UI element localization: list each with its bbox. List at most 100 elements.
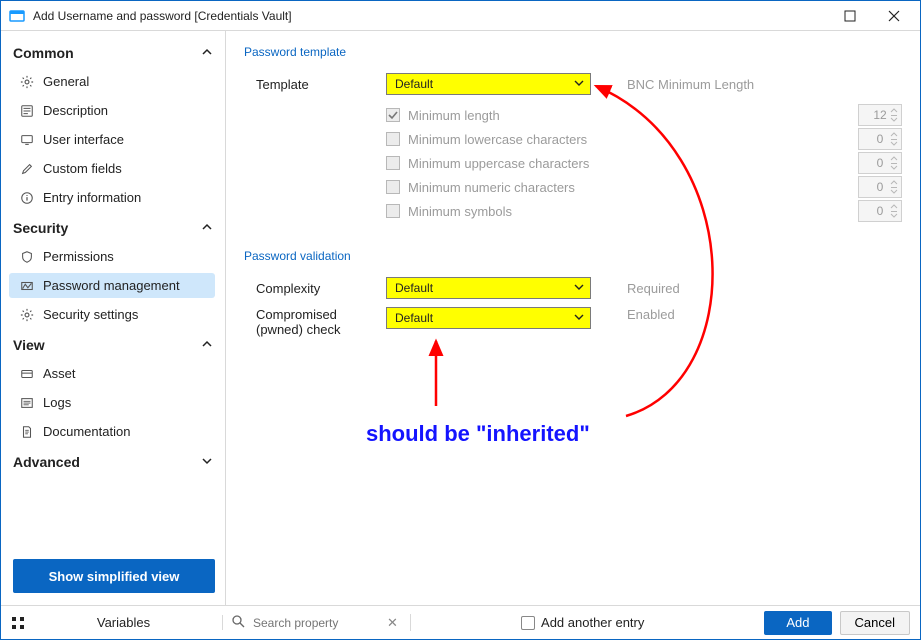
description-icon	[19, 104, 35, 118]
titlebar: Add Username and password [Credentials V…	[1, 1, 920, 31]
dialog-body: Common General Description User interfac…	[1, 31, 920, 605]
stepper-min-symbols[interactable]: 0	[858, 200, 902, 222]
maximize-button[interactable]	[828, 2, 872, 30]
sidebar-item-label: Permissions	[43, 249, 114, 264]
sidebar-item-asset[interactable]: Asset	[9, 361, 215, 386]
check-label: Minimum length	[408, 108, 838, 123]
sidebar-item-label: Security settings	[43, 307, 138, 322]
chevron-down-icon	[574, 77, 584, 91]
sidebar-item-user-interface[interactable]: User interface	[9, 127, 215, 152]
add-another-entry-checkbox[interactable]: Add another entry	[521, 615, 644, 630]
pwned-suffix: Enabled	[627, 307, 675, 322]
stepper-min-length[interactable]: 12	[858, 104, 902, 126]
sidebar-item-label: Asset	[43, 366, 76, 381]
simplified-view-wrap: Show simplified view	[13, 559, 215, 593]
sidebar-item-label: Entry information	[43, 190, 141, 205]
template-dropdown[interactable]: Default	[386, 73, 591, 95]
variables-label[interactable]: Variables	[33, 615, 223, 630]
section-security[interactable]: Security	[9, 212, 225, 242]
search-property-input[interactable]	[251, 615, 381, 631]
stepper-min-numeric[interactable]: 0	[858, 176, 902, 198]
sidebar-item-logs[interactable]: Logs	[9, 390, 215, 415]
stepper-value: 12	[873, 108, 886, 122]
check-min-symbols: Minimum symbols 0	[386, 199, 902, 223]
template-suffix: BNC Minimum Length	[627, 77, 754, 92]
chevron-up-icon	[201, 45, 213, 61]
sidebar-item-label: Description	[43, 103, 108, 118]
section-label: Security	[13, 220, 68, 236]
sidebar-item-label: Custom fields	[43, 161, 122, 176]
checkbox[interactable]	[386, 180, 400, 194]
check-label: Minimum symbols	[408, 204, 838, 219]
sidebar-item-documentation[interactable]: Documentation	[9, 419, 215, 444]
checkbox[interactable]	[386, 108, 400, 122]
password-template-checks: Minimum length 12 Minimum lowercase char…	[386, 103, 902, 223]
check-label: Minimum uppercase characters	[408, 156, 838, 171]
window-title: Add Username and password [Credentials V…	[33, 9, 828, 23]
password-validation-group: Password validation Complexity Default R…	[244, 249, 902, 337]
sidebar-item-label: Documentation	[43, 424, 130, 439]
section-label: Common	[13, 45, 74, 61]
stepper-value: 0	[877, 132, 884, 146]
section-label: Advanced	[13, 454, 80, 470]
complexity-suffix: Required	[627, 281, 680, 296]
chevron-down-icon	[574, 311, 584, 325]
chevron-down-icon	[890, 164, 898, 172]
stepper-value: 0	[877, 156, 884, 170]
asset-icon	[19, 367, 35, 381]
dropdown-value: Default	[395, 311, 433, 325]
chevron-down-icon	[890, 212, 898, 220]
sidebar-item-label: User interface	[43, 132, 124, 147]
sidebar-item-permissions[interactable]: Permissions	[9, 244, 215, 269]
sidebar: Common General Description User interfac…	[1, 31, 226, 605]
close-button[interactable]	[872, 2, 916, 30]
doc-icon	[19, 425, 35, 439]
sidebar-item-security-settings[interactable]: Security settings	[9, 302, 215, 327]
footer: Variables ✕ Add another entry Add Cancel	[1, 605, 920, 639]
add-button[interactable]: Add	[764, 611, 831, 635]
info-icon	[19, 191, 35, 205]
stepper-value: 0	[877, 204, 884, 218]
chevron-down-icon	[574, 281, 584, 295]
sidebar-item-entry-information[interactable]: Entry information	[9, 185, 215, 210]
monitor-icon	[19, 133, 35, 147]
template-label: Template	[256, 77, 386, 92]
checkbox[interactable]	[386, 204, 400, 218]
grid-icon[interactable]	[7, 612, 29, 634]
complexity-dropdown[interactable]: Default	[386, 277, 591, 299]
sidebar-item-label: General	[43, 74, 89, 89]
check-label: Minimum numeric characters	[408, 180, 838, 195]
show-simplified-view-button[interactable]: Show simplified view	[13, 559, 215, 593]
check-min-numeric: Minimum numeric characters 0	[386, 175, 902, 199]
check-label: Minimum lowercase characters	[408, 132, 838, 147]
stepper-min-uppercase[interactable]: 0	[858, 152, 902, 174]
sidebar-item-general[interactable]: General	[9, 69, 215, 94]
section-common[interactable]: Common	[9, 37, 225, 67]
check-min-uppercase: Minimum uppercase characters 0	[386, 151, 902, 175]
complexity-label: Complexity	[256, 281, 386, 296]
content-panel: Password template Template Default BNC M…	[226, 31, 920, 605]
stepper-value: 0	[877, 180, 884, 194]
window-buttons	[828, 2, 916, 30]
chevron-down-icon	[890, 140, 898, 148]
checkbox[interactable]	[386, 132, 400, 146]
pwned-label: Compromised (pwned) check	[256, 307, 386, 337]
chevron-up-icon	[201, 220, 213, 236]
chevron-up-icon	[201, 337, 213, 353]
clear-search-icon[interactable]: ✕	[387, 615, 398, 631]
chevron-up-icon	[890, 130, 898, 138]
pwned-dropdown[interactable]: Default	[386, 307, 591, 329]
cancel-button[interactable]: Cancel	[840, 611, 910, 635]
stepper-min-lowercase[interactable]: 0	[858, 128, 902, 150]
gear-icon	[19, 308, 35, 322]
chevron-down-icon	[201, 454, 213, 470]
checkbox[interactable]	[386, 156, 400, 170]
sidebar-item-custom-fields[interactable]: Custom fields	[9, 156, 215, 181]
sidebar-item-password-management[interactable]: Password management	[9, 273, 215, 298]
section-advanced[interactable]: Advanced	[9, 446, 225, 476]
dropdown-value: Default	[395, 281, 433, 295]
sidebar-item-description[interactable]: Description	[9, 98, 215, 123]
section-view[interactable]: View	[9, 329, 225, 359]
chevron-up-icon	[890, 178, 898, 186]
dropdown-value: Default	[395, 77, 433, 91]
